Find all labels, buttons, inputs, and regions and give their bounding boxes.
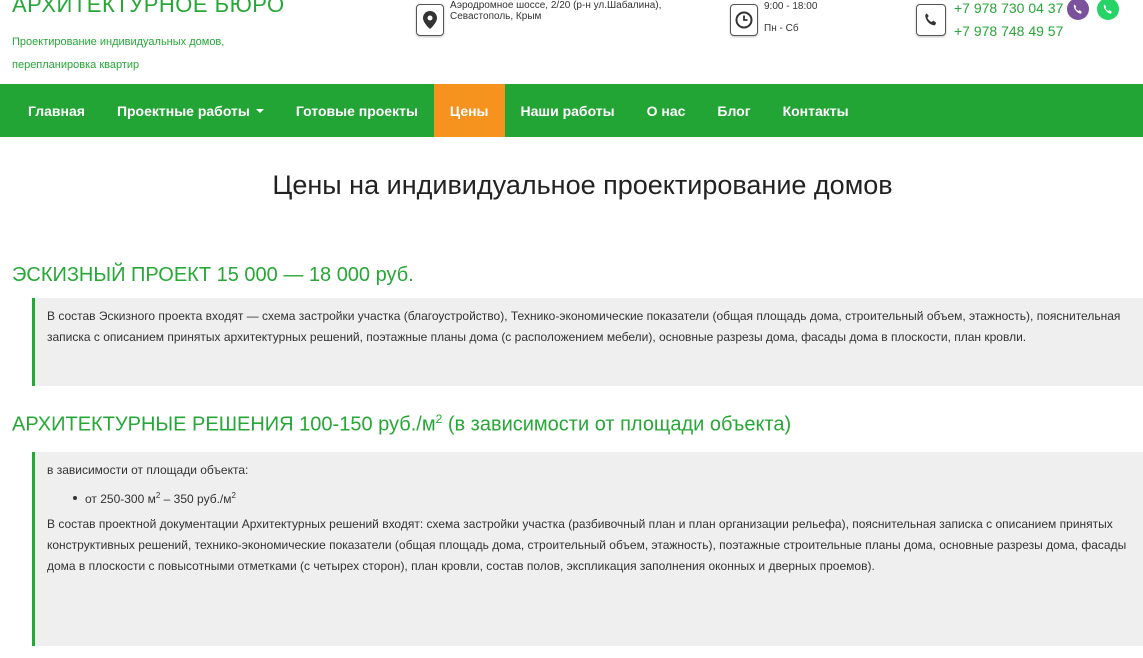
nav-item-about[interactable]: О нас [631, 84, 702, 137]
hours-line1: 9:00 - 18:00 [764, 1, 818, 12]
list-item-text: от 250-300 м2 – 350 руб./м2 [85, 485, 236, 510]
phones-block: +7 978 730 04 37 +7 978 748 49 57 [916, 0, 1120, 43]
bullet-sup-2: 2 [231, 491, 236, 500]
heading-architecture-suffix: (в зависимости от площади объекта) [442, 413, 792, 436]
nav-item-blog[interactable]: Блог [701, 84, 766, 137]
address-line2: Севастополь, Крым [450, 11, 542, 22]
section-intro-architecture: в зависимости от площади объекта: [47, 463, 249, 477]
whatsapp-icon[interactable] [1097, 0, 1120, 20]
bullet-icon [73, 495, 77, 500]
section-text-sketch: В состав Эскизного проекта входят — схем… [47, 309, 1121, 344]
nav-item-ready-projects[interactable]: Готовые проекты [280, 84, 434, 137]
viber-icon[interactable] [1067, 0, 1090, 20]
section-box-sketch: В состав Эскизного проекта входят — схем… [32, 298, 1143, 386]
section-box-architecture: в зависимости от площади объекта: от 250… [32, 452, 1143, 646]
heading-architecture-text: АРХИТЕКТУРНЫЕ РЕШЕНИЯ 100-150 руб./м [12, 413, 436, 436]
nav-item-design-works[interactable]: Проектные работы [101, 84, 280, 137]
main-nav: Главная Проектные работы Готовые проекты… [0, 84, 1143, 137]
nav-item-design-works-label: Проектные работы [116, 102, 250, 119]
phone-2[interactable]: +7 978 748 49 57 [954, 20, 1119, 43]
hours-block: 9:00 - 18:00 Пн - Сб [730, 1, 817, 36]
phone-1[interactable]: +7 978 730 04 37 [954, 0, 1063, 20]
section-text-architecture: В состав проектной документации Архитект… [47, 517, 1127, 573]
phone-icon [916, 4, 946, 36]
brand-subtitle-line1: Проектирование индивидуальных домов, [12, 36, 225, 48]
section-heading-sketch: ЭСКИЗНЫЙ ПРОЕКТ 15 000 — 18 000 руб. [12, 264, 414, 286]
clock-icon [730, 4, 758, 36]
bullet-text-a: от 250-300 м [85, 492, 156, 506]
bullet-text-b: – 350 руб./м [160, 492, 232, 506]
site-header: АРХИТЕКТУРНОЕ БЮРО Проектирование индиви… [0, 0, 1143, 84]
address-line1: Аэродромное шоссе, 2/20 (р-н ул.Шабалина… [450, 0, 662, 11]
nav-item-prices[interactable]: Цены [433, 84, 505, 137]
price-list: от 250-300 м2 – 350 руб./м2 [73, 485, 1131, 510]
map-marker-icon [416, 4, 444, 36]
nav-item-contacts[interactable]: Контакты [767, 84, 865, 137]
hours-line2: Пн - Сб [764, 23, 799, 34]
nav-item-home[interactable]: Главная [12, 84, 101, 137]
nav-item-our-works[interactable]: Наши работы [505, 84, 631, 137]
caret-down-icon [255, 108, 264, 113]
address-block: Аэродромное шоссе, 2/20 (р-н ул.Шабалина… [416, 0, 661, 36]
section-heading-architecture: АРХИТЕКТУРНЫЕ РЕШЕНИЯ 100-150 руб./м2 (в… [12, 412, 791, 437]
brand-subtitle: Проектирование индивидуальных домов, пер… [12, 31, 272, 77]
page-title: Цены на индивидуальное проектирование до… [272, 170, 893, 200]
list-item: от 250-300 м2 – 350 руб./м2 [73, 485, 1131, 510]
brand-title[interactable]: АРХИТЕКТУРНОЕ БЮРО [12, 0, 285, 18]
brand-subtitle-line2: перепланировка квартир [12, 59, 140, 71]
